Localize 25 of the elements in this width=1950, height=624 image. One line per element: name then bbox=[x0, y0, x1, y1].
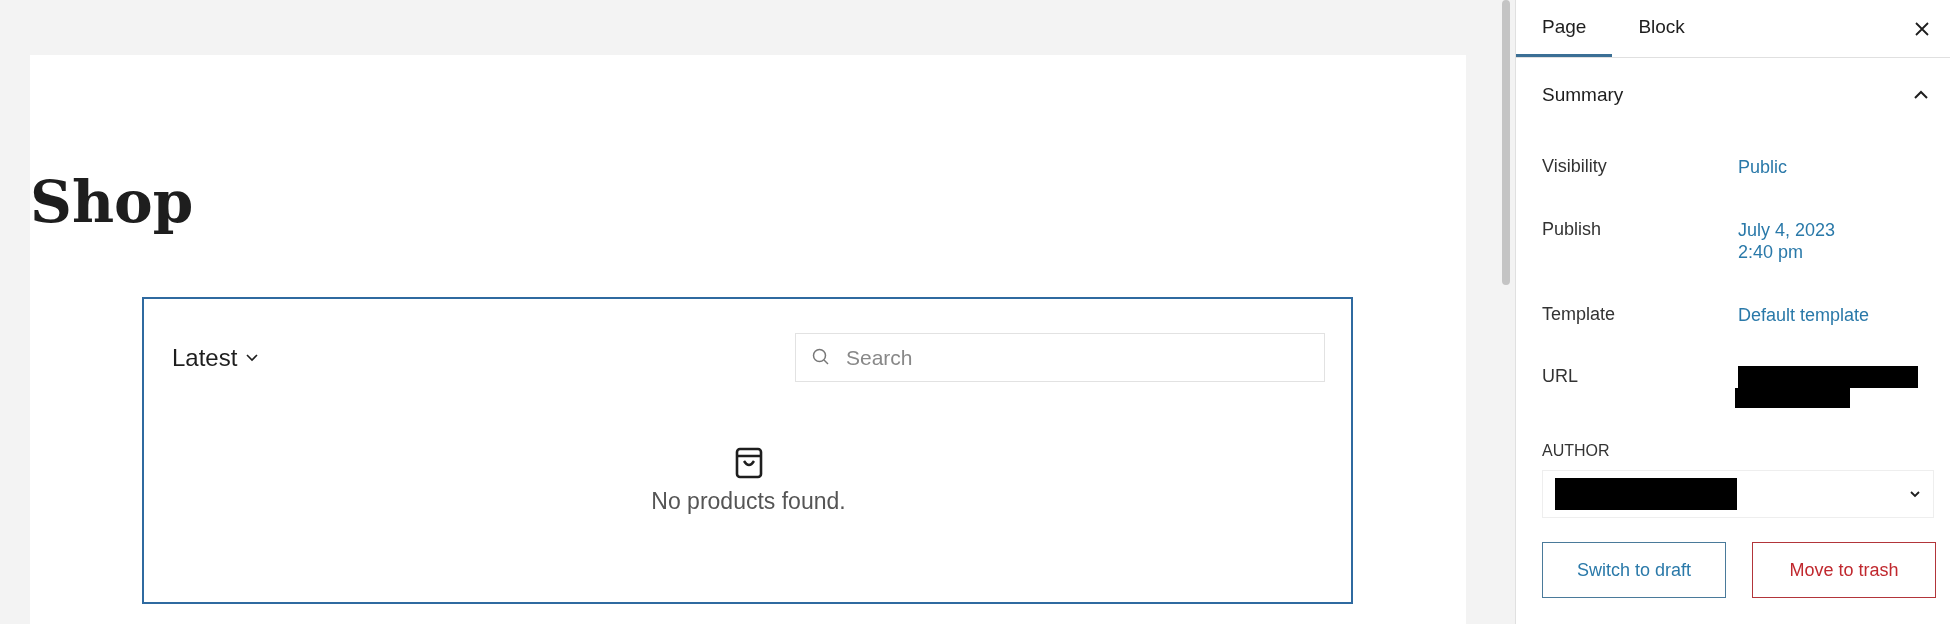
chevron-down-icon bbox=[1909, 490, 1921, 498]
field-label: Publish bbox=[1542, 218, 1603, 241]
field-value-link[interactable]: July 4, 2023 2:40 pm bbox=[1738, 218, 1836, 264]
close-icon bbox=[1914, 20, 1930, 37]
field-label: Template bbox=[1542, 303, 1617, 326]
sidebar-tab[interactable]: Block bbox=[1612, 0, 1711, 57]
shopping-bag-icon bbox=[733, 446, 764, 480]
chevron-up-icon bbox=[1912, 89, 1930, 101]
sidebar-tab[interactable]: Page bbox=[1516, 0, 1613, 57]
field-value-link[interactable]: Public bbox=[1738, 156, 1788, 179]
field-label: URL bbox=[1542, 366, 1579, 388]
chevron-down-icon bbox=[245, 352, 260, 363]
action-button[interactable]: Switch to draft bbox=[1542, 542, 1726, 598]
scrollbar-thumb[interactable] bbox=[1502, 0, 1510, 285]
search-icon bbox=[811, 347, 831, 367]
field-label: Visibility bbox=[1542, 156, 1608, 178]
search-field[interactable]: Search bbox=[795, 333, 1325, 382]
author-select[interactable] bbox=[1542, 470, 1934, 518]
summary-panel-header[interactable]: Summary bbox=[1542, 58, 1936, 156]
sort-dropdown[interactable]: Latest bbox=[172, 343, 260, 372]
product-block[interactable]: Latest Search No products found. bbox=[142, 297, 1353, 604]
action-button[interactable]: Move to trash bbox=[1752, 542, 1936, 598]
empty-message: No products found. bbox=[651, 488, 846, 515]
author-label: AUTHOR bbox=[1542, 442, 1611, 460]
field-value-link[interactable]: Default template bbox=[1738, 303, 1870, 326]
